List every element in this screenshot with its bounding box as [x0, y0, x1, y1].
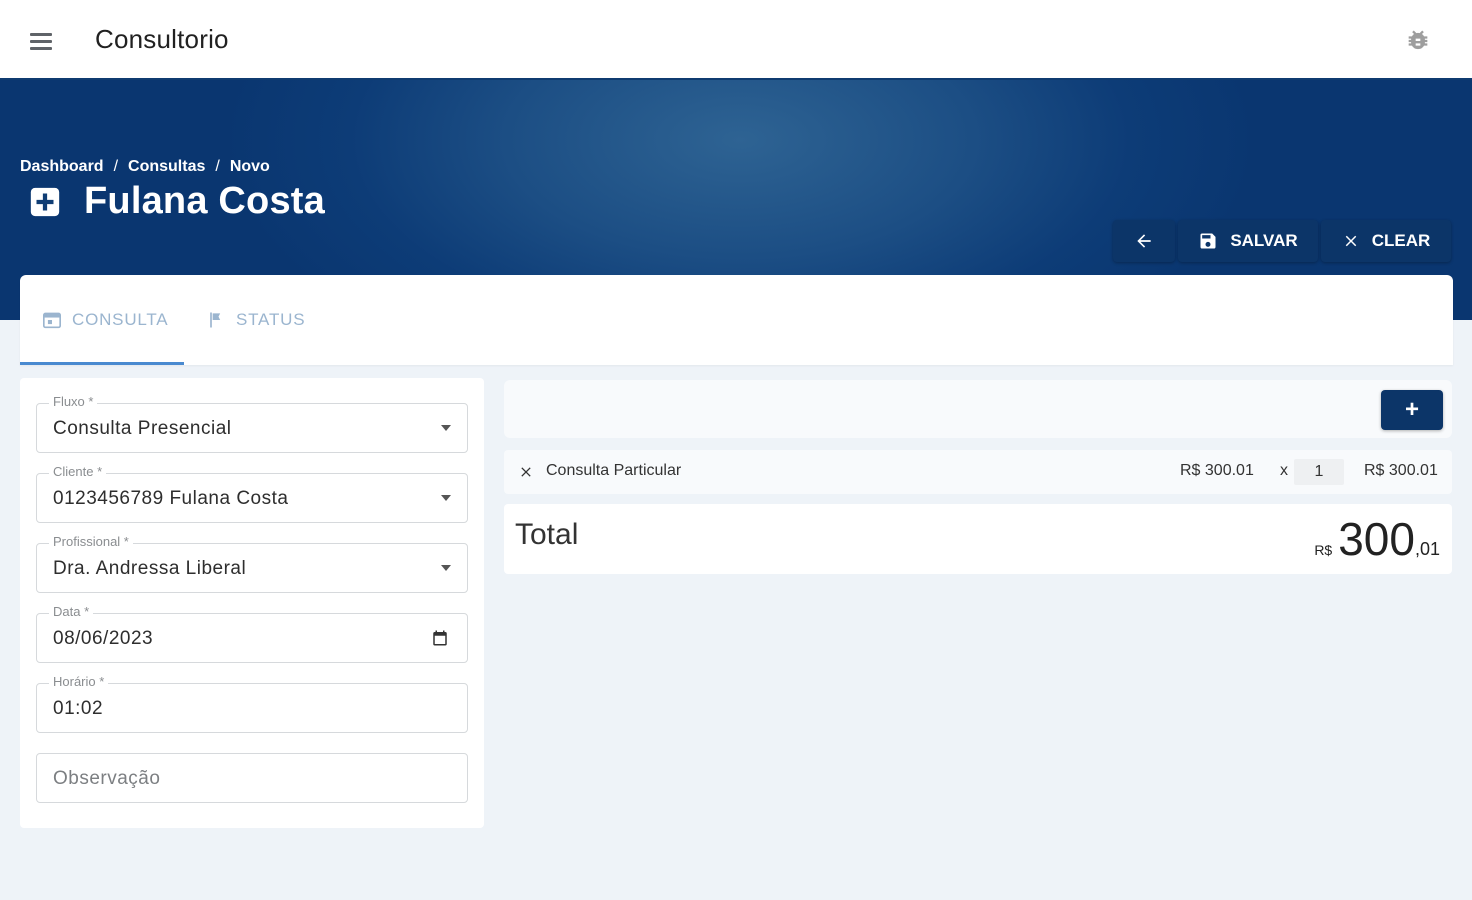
- status-flag-icon: [210, 312, 221, 328]
- breadcrumb-consultas[interactable]: Consultas: [128, 158, 205, 176]
- breadcrumb-separator: /: [215, 158, 220, 175]
- chevron-down-icon: [441, 425, 451, 431]
- horario-label: Horário *: [49, 674, 109, 689]
- page-title: Fulana Costa: [84, 180, 325, 222]
- item-unit-price: R$ 300.01: [1180, 462, 1254, 479]
- total-card: Total R$ 300 ,01: [504, 504, 1452, 574]
- breadcrumb: Dashboard / Consultas / Novo: [20, 158, 270, 176]
- observacao-field[interactable]: Observação: [36, 753, 468, 803]
- profissional-value: Dra. Andressa Liberal: [53, 558, 247, 579]
- fluxo-label: Fluxo *: [49, 394, 98, 409]
- items-toolbar: [504, 380, 1452, 438]
- save-label: SALVAR: [1230, 231, 1298, 250]
- item-multiplier: x: [1280, 462, 1288, 479]
- calendar-picker-icon[interactable]: [431, 629, 449, 647]
- tabs-bar: CONSULTA STATUS: [20, 275, 1453, 365]
- total-amount: R$ 300 ,01: [1314, 512, 1440, 566]
- medical-plus-icon: [30, 187, 60, 216]
- fluxo-value: Consulta Presencial: [53, 418, 232, 439]
- tab-consulta-label: CONSULTA: [72, 310, 169, 329]
- profissional-label: Profissional *: [49, 534, 133, 549]
- menu-icon[interactable]: [30, 28, 60, 54]
- add-item-button[interactable]: +: [1381, 390, 1443, 430]
- item-name: Consulta Particular: [546, 462, 682, 479]
- page-title-row: Fulana Costa: [28, 180, 325, 223]
- close-icon: [1345, 235, 1356, 247]
- app-title: Consultorio: [95, 24, 229, 54]
- remove-item-icon[interactable]: [518, 464, 534, 480]
- arrow-left-icon: [1137, 234, 1151, 248]
- chevron-down-icon: [441, 565, 451, 571]
- tab-status-label: STATUS: [236, 310, 306, 329]
- list-item: Consulta Particular R$ 300.01 x 1 R$ 300…: [504, 450, 1452, 494]
- total-currency: R$: [1314, 542, 1333, 558]
- tab-status[interactable]: STATUS: [206, 275, 305, 365]
- data-label: Data *: [49, 604, 94, 619]
- breadcrumb-dashboard[interactable]: Dashboard: [20, 158, 104, 176]
- quantity-input[interactable]: 1: [1294, 459, 1344, 485]
- total-label: Total: [515, 518, 579, 551]
- save-icon: [1200, 233, 1216, 249]
- bug-icon[interactable]: [1404, 27, 1432, 55]
- item-total: R$ 300.01: [1364, 462, 1438, 479]
- tab-consulta[interactable]: CONSULTA: [42, 275, 168, 365]
- calendar-icon: [43, 312, 61, 329]
- profissional-select[interactable]: Profissional * Dra. Andressa Liberal: [36, 534, 468, 593]
- clear-label: CLEAR: [1371, 231, 1431, 250]
- total-integer: 300: [1338, 513, 1415, 565]
- save-button[interactable]: SALVAR: [1178, 220, 1318, 262]
- chevron-down-icon: [441, 495, 451, 501]
- data-field[interactable]: Data * 08/06/2023: [36, 604, 468, 663]
- back-button[interactable]: [1113, 220, 1175, 262]
- observacao-placeholder: Observação: [53, 768, 161, 789]
- total-decimals: ,01: [1414, 539, 1440, 559]
- cliente-select[interactable]: Cliente * 0123456789 Fulana Costa: [36, 464, 468, 523]
- active-tab-indicator: [20, 362, 184, 365]
- horario-field[interactable]: Horário * 01:02: [36, 674, 468, 733]
- data-value: 08/06/2023: [53, 628, 154, 649]
- action-bar: SALVAR CLEAR: [1113, 220, 1451, 262]
- cliente-value: 0123456789 Fulana Costa: [53, 488, 289, 509]
- consulta-form: Fluxo * Consulta Presencial Cliente * 01…: [20, 378, 484, 828]
- breadcrumb-separator: /: [113, 158, 119, 175]
- clear-button[interactable]: CLEAR: [1321, 220, 1451, 262]
- plus-icon: +: [1404, 396, 1419, 423]
- breadcrumb-novo: Novo: [229, 158, 270, 175]
- fluxo-select[interactable]: Fluxo * Consulta Presencial: [36, 394, 468, 453]
- cliente-label: Cliente *: [49, 464, 107, 479]
- horario-value: 01:02: [53, 698, 104, 719]
- app-bar: Consultorio: [0, 0, 1472, 80]
